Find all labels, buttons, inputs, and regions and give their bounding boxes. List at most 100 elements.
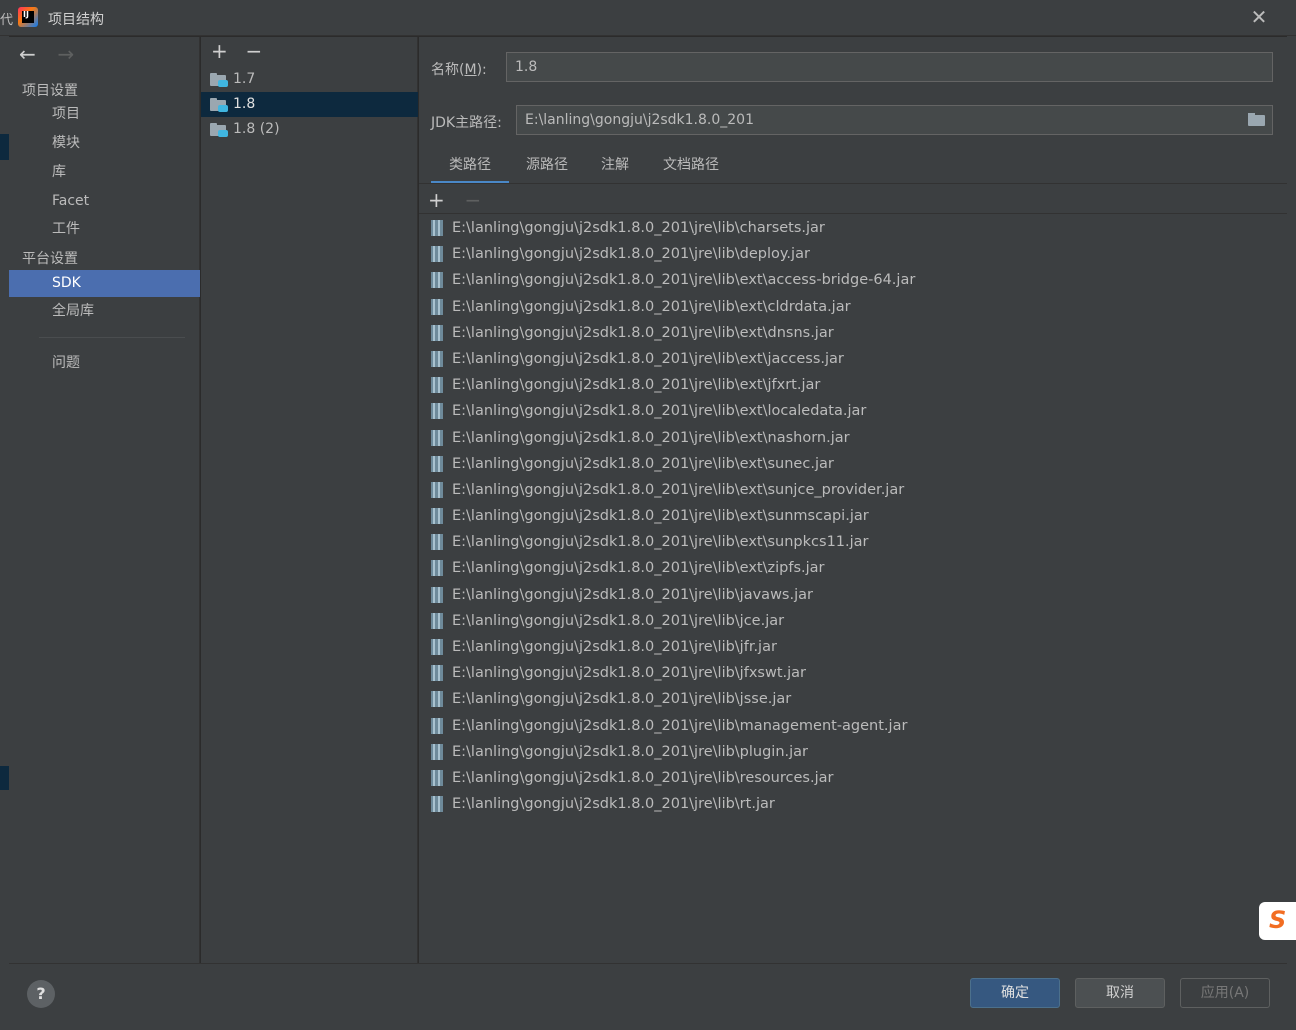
classpath-row[interactable]: E:\lanling\gongju\j2sdk1.8.0_201\jre\lib… bbox=[419, 372, 1287, 398]
back-arrow-icon[interactable]: ← bbox=[19, 43, 45, 65]
classpath-path: E:\lanling\gongju\j2sdk1.8.0_201\jre\lib… bbox=[452, 743, 809, 760]
browse-folder-icon[interactable] bbox=[1248, 113, 1266, 127]
classpath-path: E:\lanling\gongju\j2sdk1.8.0_201\jre\lib… bbox=[452, 220, 825, 236]
classpath-row[interactable]: E:\lanling\gongju\j2sdk1.8.0_201\jre\lib… bbox=[419, 765, 1287, 791]
sidebar-item-modules[interactable]: 模块 bbox=[9, 130, 200, 157]
classpath-row[interactable]: E:\lanling\gongju\j2sdk1.8.0_201\jre\lib… bbox=[419, 503, 1287, 529]
classpath-row[interactable]: E:\lanling\gongju\j2sdk1.8.0_201\jre\lib… bbox=[419, 713, 1287, 739]
classpath-path: E:\lanling\gongju\j2sdk1.8.0_201\jre\lib… bbox=[452, 455, 834, 472]
jdk-home-label: JDK主路径: bbox=[431, 115, 502, 131]
classpath-row[interactable]: E:\lanling\gongju\j2sdk1.8.0_201\jre\lib… bbox=[419, 686, 1287, 712]
classpath-row[interactable]: E:\lanling\gongju\j2sdk1.8.0_201\jre\lib… bbox=[419, 451, 1287, 477]
classpath-path: E:\lanling\gongju\j2sdk1.8.0_201\jre\lib… bbox=[452, 350, 844, 367]
classpath-divider bbox=[419, 213, 1287, 214]
sidebar-item-artifacts[interactable]: 工件 bbox=[9, 216, 200, 243]
classpath-row[interactable]: E:\lanling\gongju\j2sdk1.8.0_201\jre\lib… bbox=[419, 634, 1287, 660]
close-icon[interactable]: ✕ bbox=[1249, 7, 1269, 27]
classpath-row[interactable]: E:\lanling\gongju\j2sdk1.8.0_201\jre\lib… bbox=[419, 320, 1287, 346]
classpath-row[interactable]: E:\lanling\gongju\j2sdk1.8.0_201\jre\lib… bbox=[419, 582, 1287, 608]
remove-path-button[interactable]: − bbox=[464, 187, 496, 213]
classpath-row[interactable]: E:\lanling\gongju\j2sdk1.8.0_201\jre\lib… bbox=[419, 739, 1287, 765]
navigation-arrows: ← → bbox=[19, 43, 83, 65]
sidebar-item-problems[interactable]: 问题 bbox=[9, 350, 200, 377]
classpath-row[interactable]: E:\lanling\gongju\j2sdk1.8.0_201\jre\lib… bbox=[419, 346, 1287, 372]
sdk-list-item[interactable]: 1.8 bbox=[201, 92, 418, 117]
classpath-path: E:\lanling\gongju\j2sdk1.8.0_201\jre\lib… bbox=[452, 429, 850, 446]
tabs-divider bbox=[419, 183, 1287, 184]
background-text-fragment: 代 bbox=[0, 13, 14, 28]
jar-archive-icon bbox=[431, 665, 443, 682]
jar-archive-icon bbox=[431, 324, 443, 341]
classpath-row[interactable]: E:\lanling\gongju\j2sdk1.8.0_201\jre\lib… bbox=[419, 425, 1287, 451]
classpath-row[interactable]: E:\lanling\gongju\j2sdk1.8.0_201\jre\lib… bbox=[419, 398, 1287, 424]
sdk-name-input[interactable]: 1.8 bbox=[506, 52, 1273, 82]
sidebar-item-libraries[interactable]: 库 bbox=[9, 159, 200, 186]
jar-archive-icon bbox=[431, 691, 443, 708]
classpath-row[interactable]: E:\lanling\gongju\j2sdk1.8.0_201\jre\lib… bbox=[419, 241, 1287, 267]
section-project-settings: 项目设置 bbox=[22, 83, 78, 99]
classpath-path: E:\lanling\gongju\j2sdk1.8.0_201\jre\lib… bbox=[452, 324, 834, 341]
classpath-path: E:\lanling\gongju\j2sdk1.8.0_201\jre\lib… bbox=[452, 717, 908, 734]
sidebar-item-project[interactable]: 项目 bbox=[9, 101, 200, 128]
classpath-path: E:\lanling\gongju\j2sdk1.8.0_201\jre\lib… bbox=[452, 272, 916, 289]
name-field-label: 名称(M): bbox=[431, 62, 487, 78]
forward-arrow-icon[interactable]: → bbox=[57, 43, 83, 65]
sogou-input-badge-icon[interactable]: S bbox=[1259, 902, 1296, 940]
classpath-path: E:\lanling\gongju\j2sdk1.8.0_201\jre\lib… bbox=[452, 377, 821, 394]
sidebar-item-facet[interactable]: Facet bbox=[9, 188, 200, 215]
remove-sdk-button[interactable]: − bbox=[245, 37, 275, 65]
sidebar-divider bbox=[39, 337, 185, 338]
sdk-folder-icon bbox=[210, 73, 228, 87]
jar-archive-icon bbox=[431, 717, 443, 734]
sdk-list-item[interactable]: 1.8 (2) bbox=[201, 117, 418, 142]
help-icon[interactable]: ? bbox=[27, 980, 55, 1008]
window-title: 项目结构 bbox=[48, 12, 104, 28]
jar-archive-icon bbox=[431, 639, 443, 655]
sdk-folder-icon bbox=[210, 123, 228, 137]
jar-archive-icon bbox=[431, 612, 443, 629]
jar-archive-icon bbox=[431, 429, 443, 446]
sdk-list-item[interactable]: 1.7 bbox=[201, 67, 418, 92]
classpath-row[interactable]: E:\lanling\gongju\j2sdk1.8.0_201\jre\lib… bbox=[419, 608, 1287, 634]
section-platform-settings: 平台设置 bbox=[22, 251, 78, 267]
jar-archive-icon bbox=[431, 769, 443, 786]
classpath-path: E:\lanling\gongju\j2sdk1.8.0_201\jre\lib… bbox=[452, 796, 775, 813]
tab-documentation-paths[interactable]: 文档路径 bbox=[657, 152, 725, 184]
tab-sourcepath[interactable]: 源路径 bbox=[519, 152, 575, 184]
classpath-row[interactable]: E:\lanling\gongju\j2sdk1.8.0_201\jre\lib… bbox=[419, 791, 1287, 817]
classpath-row[interactable]: E:\lanling\gongju\j2sdk1.8.0_201\jre\lib… bbox=[419, 529, 1287, 555]
classpath-row[interactable]: E:\lanling\gongju\j2sdk1.8.0_201\jre\lib… bbox=[419, 294, 1287, 320]
classpath-row[interactable]: E:\lanling\gongju\j2sdk1.8.0_201\jre\lib… bbox=[419, 555, 1287, 581]
cancel-button[interactable]: 取消 bbox=[1075, 978, 1165, 1008]
classpath-row[interactable]: E:\lanling\gongju\j2sdk1.8.0_201\jre\lib… bbox=[419, 215, 1287, 241]
sidebar-item-global-libraries[interactable]: 全局库 bbox=[9, 298, 200, 325]
jar-archive-icon bbox=[431, 743, 443, 760]
jar-archive-icon bbox=[431, 508, 443, 525]
jar-archive-icon bbox=[431, 534, 443, 551]
tab-classpath[interactable]: 类路径 bbox=[431, 152, 509, 184]
jar-archive-icon bbox=[431, 298, 443, 315]
classpath-path: E:\lanling\gongju\j2sdk1.8.0_201\jre\lib… bbox=[452, 665, 806, 682]
add-sdk-button[interactable]: + bbox=[211, 37, 241, 65]
add-path-button[interactable]: + bbox=[428, 187, 460, 213]
classpath-row[interactable]: E:\lanling\gongju\j2sdk1.8.0_201\jre\lib… bbox=[419, 267, 1287, 293]
classpath-path: E:\lanling\gongju\j2sdk1.8.0_201\jre\lib… bbox=[452, 769, 834, 786]
classpath-path: E:\lanling\gongju\j2sdk1.8.0_201\jre\lib… bbox=[452, 586, 813, 603]
classpath-row[interactable]: E:\lanling\gongju\j2sdk1.8.0_201\jre\lib… bbox=[419, 477, 1287, 503]
jar-archive-icon bbox=[431, 455, 443, 472]
classpath-path: E:\lanling\gongju\j2sdk1.8.0_201\jre\lib… bbox=[452, 298, 851, 315]
jar-archive-icon bbox=[431, 246, 443, 263]
apply-button[interactable]: 应用(A) bbox=[1180, 978, 1270, 1008]
classpath-path: E:\lanling\gongju\j2sdk1.8.0_201\jre\lib… bbox=[452, 560, 825, 577]
sdk-folder-icon bbox=[210, 98, 228, 112]
classpath-path: E:\lanling\gongju\j2sdk1.8.0_201\jre\lib… bbox=[452, 639, 777, 655]
jar-archive-icon bbox=[431, 350, 443, 367]
classpath-path: E:\lanling\gongju\j2sdk1.8.0_201\jre\lib… bbox=[452, 612, 785, 629]
jdk-home-path-input[interactable]: E:\lanling\gongju\j2sdk1.8.0_201 bbox=[516, 105, 1273, 135]
classpath-row[interactable]: E:\lanling\gongju\j2sdk1.8.0_201\jre\lib… bbox=[419, 660, 1287, 686]
ok-button[interactable]: 确定 bbox=[970, 978, 1060, 1008]
sidebar-item-sdk[interactable]: SDK bbox=[9, 270, 200, 297]
tab-annotations[interactable]: 注解 bbox=[597, 152, 633, 184]
jar-archive-icon bbox=[431, 377, 443, 394]
jar-archive-icon bbox=[431, 220, 443, 236]
